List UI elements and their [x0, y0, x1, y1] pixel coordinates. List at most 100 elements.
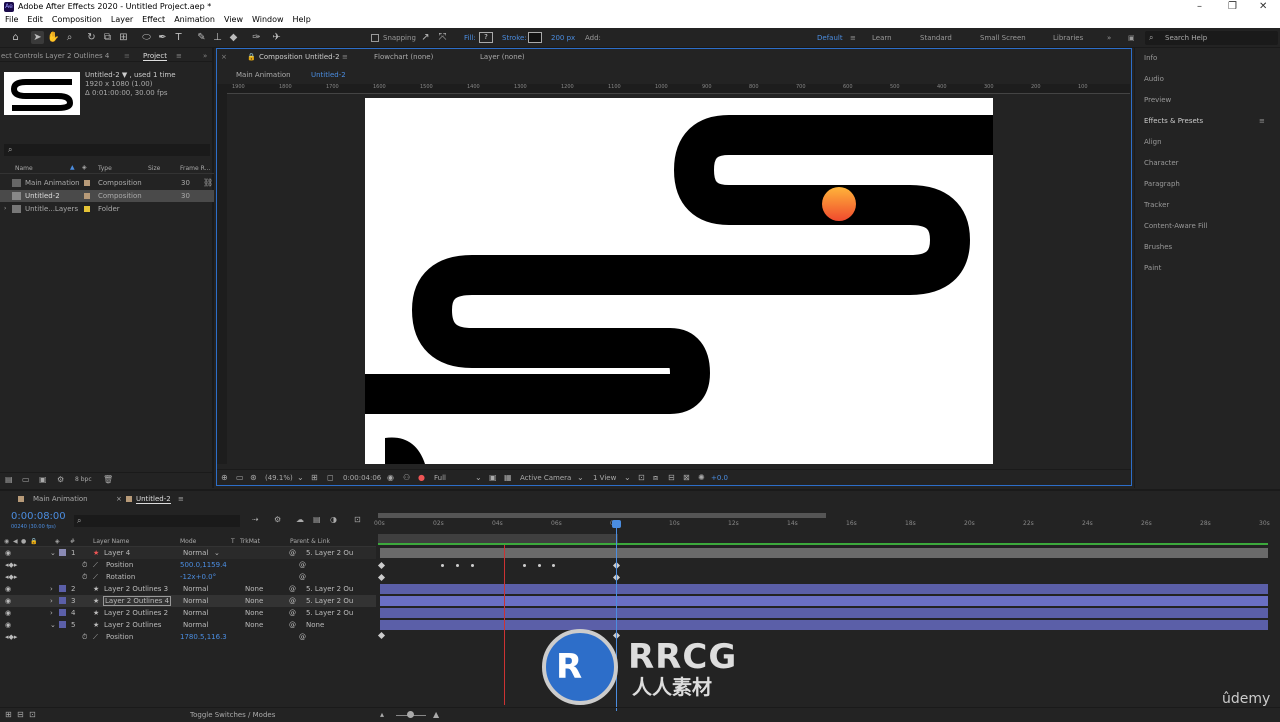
parent-dropdown[interactable]: None: [306, 621, 324, 629]
menu-view[interactable]: View: [219, 14, 247, 24]
chevron-right-icon[interactable]: ›: [4, 205, 6, 212]
trkmat-dropdown[interactable]: None: [245, 597, 263, 605]
rotation-value[interactable]: -12x+0.0°: [180, 573, 216, 581]
panel-paragraph[interactable]: Paragraph: [1144, 180, 1180, 188]
playhead-line[interactable]: [616, 521, 617, 711]
add-label[interactable]: Add:: [585, 34, 601, 42]
panel-character[interactable]: Character: [1144, 159, 1179, 167]
chevron-down-icon[interactable]: ⌄: [297, 473, 304, 482]
comp-canvas[interactable]: [365, 98, 993, 464]
panel-brushes[interactable]: Brushes: [1144, 243, 1172, 251]
grid-icon[interactable]: ⊞: [311, 473, 318, 482]
comp-menu-icon[interactable]: ≡: [342, 53, 348, 61]
rotate-tool-icon[interactable]: ↻: [85, 31, 98, 44]
show-snapshot-icon[interactable]: ⚇: [403, 473, 410, 482]
pick-whip-icon[interactable]: @: [289, 585, 296, 593]
zoom-tool-icon[interactable]: ⌕: [63, 31, 76, 44]
lock-icon[interactable]: 🔒: [247, 53, 256, 61]
expression-pick-whip-icon[interactable]: @: [299, 561, 306, 569]
panel-expand-icon[interactable]: »: [203, 52, 207, 60]
chevron-right-icon[interactable]: ›: [50, 609, 53, 617]
sync-icon[interactable]: ▣: [1128, 34, 1135, 42]
project-settings-icon[interactable]: ⚙: [57, 475, 64, 484]
col-trkmat[interactable]: TrkMat: [240, 538, 260, 545]
panel-content-aware-fill[interactable]: Content-Aware Fill: [1144, 222, 1207, 230]
playhead-handle[interactable]: [612, 520, 621, 528]
layer-name[interactable]: Layer 2 Outlines 2: [104, 609, 168, 617]
stopwatch-icon[interactable]: ⏱: [82, 573, 87, 582]
pick-whip-icon[interactable]: @: [289, 621, 296, 629]
layer-row-selected[interactable]: ◉ › 3 ★ Layer 2 Outlines 4 Normal None @…: [0, 595, 376, 607]
transfer-controls-icon[interactable]: ⊟: [17, 710, 24, 719]
panel-menu-icon[interactable]: ≡: [1259, 117, 1265, 125]
blend-mode-dropdown[interactable]: Normal: [183, 597, 208, 605]
brush-tool-icon[interactable]: ✎: [195, 31, 208, 44]
pick-whip-icon[interactable]: @: [289, 549, 296, 557]
property-row[interactable]: ◂◆▸ ⏱ ⟋ Rotation -12x+0.0° @: [0, 571, 376, 583]
parent-dropdown[interactable]: 5. Layer 2 Ou: [306, 585, 353, 593]
motion-blur-icon[interactable]: ◑: [330, 515, 337, 524]
timeline-icon[interactable]: ⊟: [668, 473, 675, 482]
region-of-interest-icon[interactable]: ▣: [489, 473, 497, 482]
blend-mode-dropdown[interactable]: Normal: [183, 549, 208, 557]
position-value[interactable]: 500.0,1159.4: [180, 561, 227, 569]
interpret-footage-icon[interactable]: ▤: [5, 475, 13, 484]
camera-tool-icon[interactable]: ⧉: [101, 31, 114, 44]
keyframe[interactable]: [377, 573, 386, 582]
layer-bar[interactable]: [380, 620, 1268, 630]
flowchart-icon[interactable]: ⛓: [203, 178, 213, 187]
menu-file[interactable]: File: [0, 14, 22, 24]
menu-composition[interactable]: Composition: [47, 14, 106, 24]
blend-mode-dropdown[interactable]: Normal: [183, 609, 208, 617]
channel-icon[interactable]: ●: [418, 473, 425, 482]
zoom-in-icon[interactable]: ▲: [433, 710, 439, 719]
snapping-checkbox[interactable]: [371, 34, 379, 42]
breadcrumb-untitled-2[interactable]: Untitled-2: [311, 71, 346, 79]
workspace-menu-icon[interactable]: ≡: [850, 34, 856, 42]
resolution-dropdown[interactable]: Full: [434, 474, 446, 482]
chevron-right-icon[interactable]: ›: [50, 597, 53, 605]
breadcrumb-main-animation[interactable]: Main Animation: [236, 71, 291, 79]
comp-flowchart-icon[interactable]: ⇢: [252, 515, 259, 524]
clone-stamp-tool-icon[interactable]: ⊥: [211, 31, 224, 44]
type-tool-icon[interactable]: T: [172, 31, 185, 44]
frame-blending-icon[interactable]: ▤: [313, 515, 321, 524]
parent-dropdown[interactable]: 5. Layer 2 Ou: [306, 597, 353, 605]
keyframe[interactable]: [377, 631, 386, 640]
keyframe-nav-icon[interactable]: ◂◆▸: [5, 573, 17, 581]
property-row[interactable]: ◂◆▸ ⏱ ⟋ Position 500.0,1159.4 @: [0, 559, 376, 571]
col-name[interactable]: Name: [15, 165, 33, 172]
trkmat-dropdown[interactable]: None: [245, 621, 263, 629]
menu-animation[interactable]: Animation: [169, 14, 219, 24]
current-time-display[interactable]: 0:00:04:06: [343, 474, 381, 482]
keyframe[interactable]: [377, 561, 386, 570]
panel-info[interactable]: Info: [1144, 54, 1157, 62]
tab-composition[interactable]: Composition Untitled-2: [259, 53, 340, 61]
panel-preview[interactable]: Preview: [1144, 96, 1171, 104]
workspace-libraries[interactable]: Libraries: [1053, 34, 1083, 42]
work-area-bar[interactable]: [378, 513, 826, 518]
parent-dropdown[interactable]: 5. Layer 2 Ou: [306, 549, 353, 557]
camera-dropdown[interactable]: Active Camera: [520, 474, 571, 482]
layer-name[interactable]: Layer 2 Outlines 4: [103, 596, 172, 606]
eraser-tool-icon[interactable]: ◆: [227, 31, 240, 44]
mask-icon[interactable]: ◻: [327, 473, 334, 482]
layer-row[interactable]: ◉ ⌄ 1 ★ Layer 4 Normal ⌄ @ 5. Layer 2 Ou: [0, 547, 376, 559]
always-preview-icon[interactable]: ⊕: [221, 473, 228, 482]
snap-feather-icon[interactable]: ⤧: [436, 31, 449, 44]
project-item[interactable]: Untitled-2 Composition 30: [0, 190, 214, 202]
stopwatch-icon[interactable]: ⏱: [82, 561, 87, 570]
workspace-learn[interactable]: Learn: [872, 34, 892, 42]
panel-align[interactable]: Align: [1144, 138, 1162, 146]
timeline-tab-untitled-2[interactable]: Untitled-2: [136, 495, 171, 504]
puppet-pin-tool-icon[interactable]: ✈: [270, 31, 283, 44]
eye-icon[interactable]: ◉: [5, 549, 11, 557]
stroke-swatch[interactable]: [528, 32, 542, 43]
hand-tool-icon[interactable]: ✋: [47, 31, 60, 44]
project-item[interactable]: › Untitle...Layers Folder: [0, 203, 214, 215]
keyframe-nav-icon[interactable]: ◂◆▸: [5, 561, 17, 569]
chevron-down-icon[interactable]: ⌄: [214, 549, 220, 557]
home-icon[interactable]: ⌂: [9, 31, 22, 44]
fill-swatch[interactable]: ?: [479, 32, 493, 43]
panel-paint[interactable]: Paint: [1144, 264, 1161, 272]
